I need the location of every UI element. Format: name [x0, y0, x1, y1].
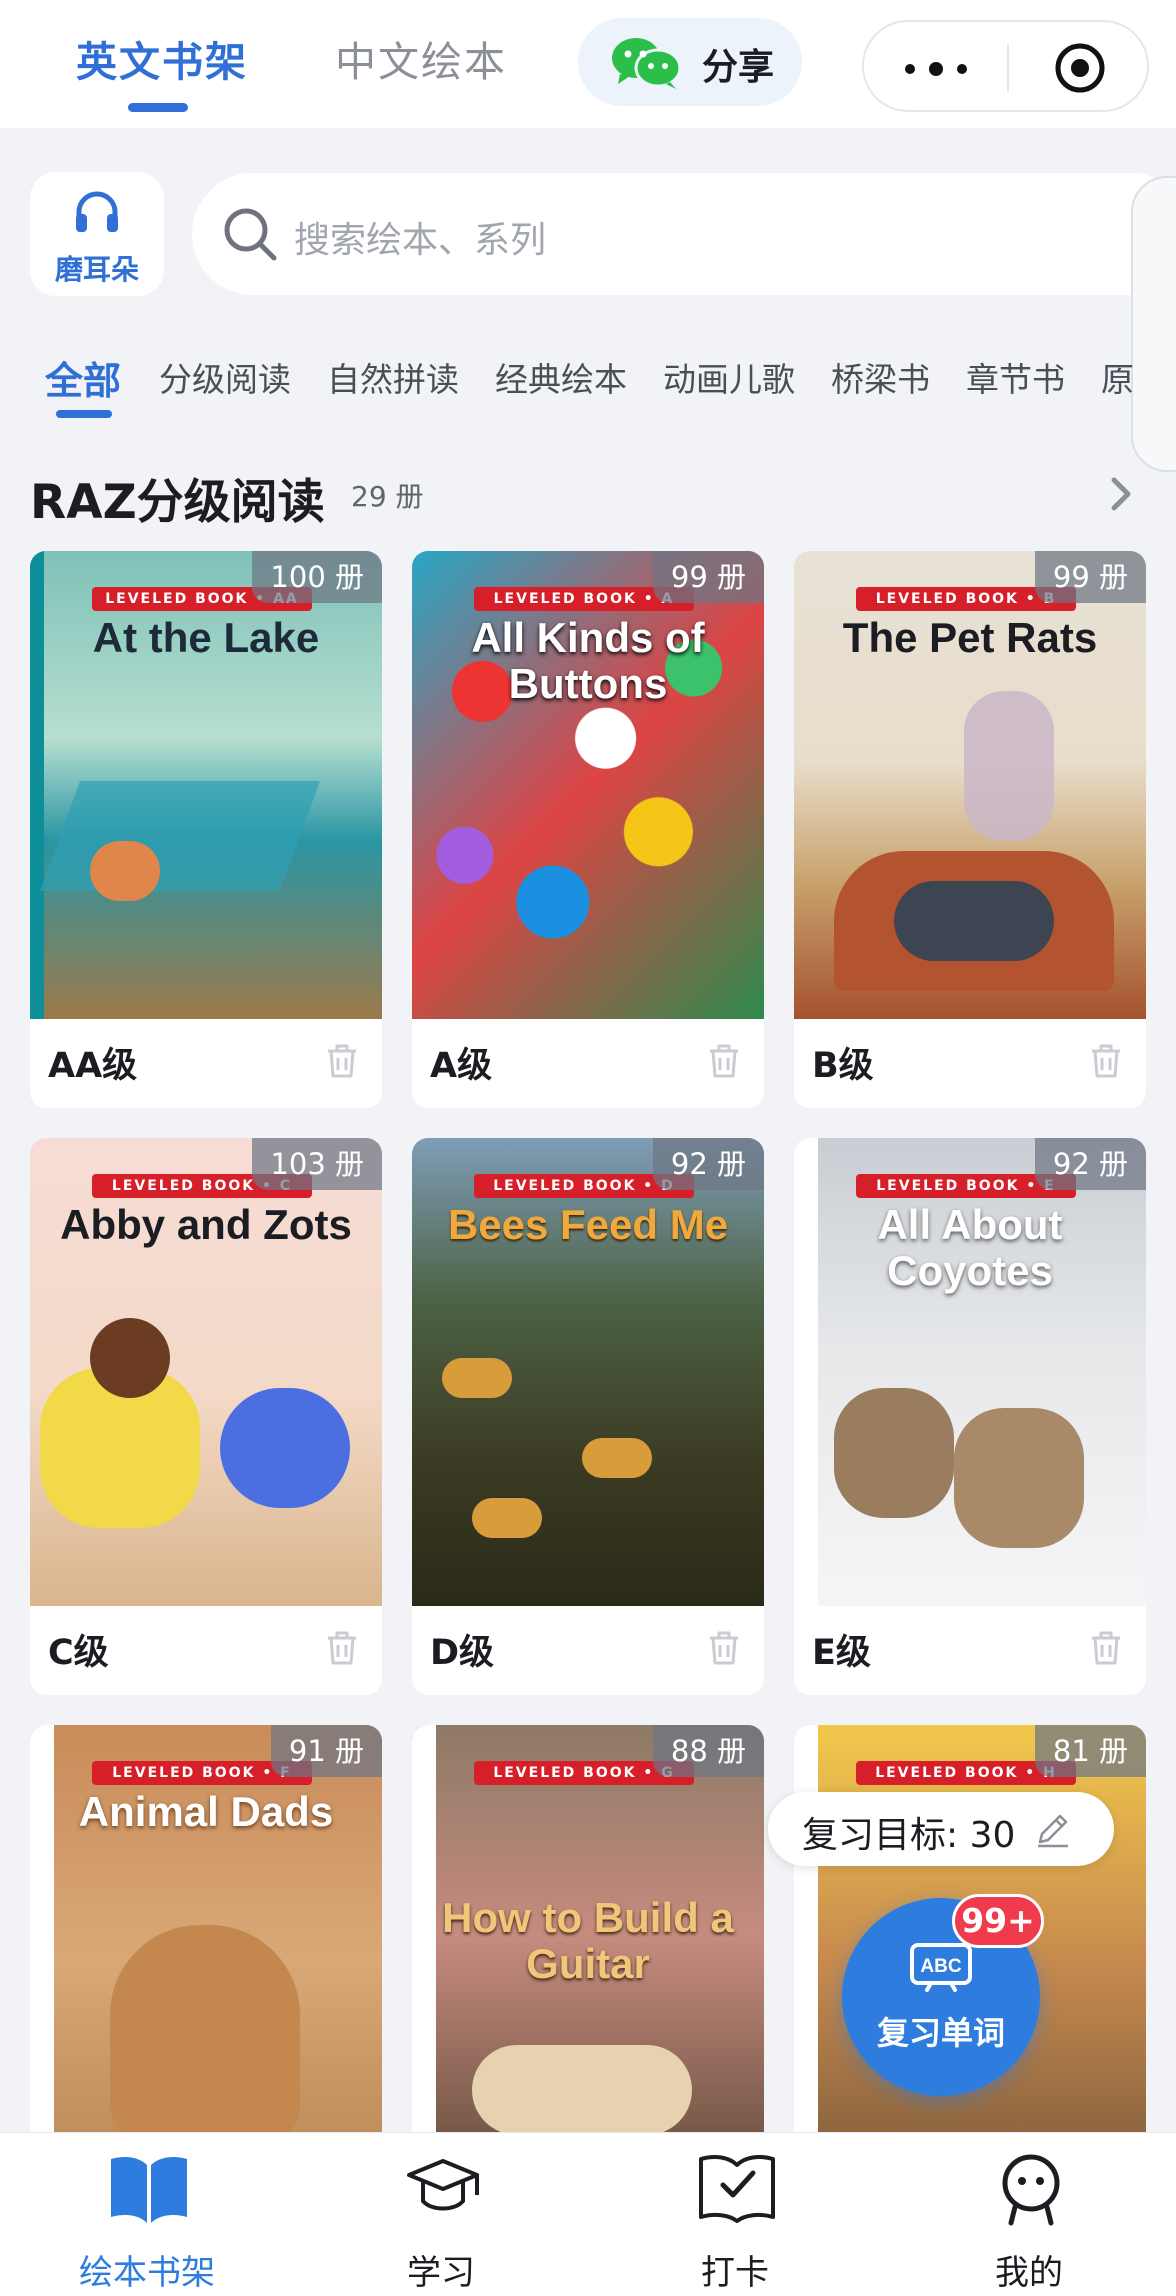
trash-icon[interactable] [322, 1628, 362, 1668]
book-card-b[interactable]: LEVELED BOOK • B The Pet Rats 99 册 B级 [794, 551, 1146, 1108]
nav-bookshelf-label: 绘本书架 [79, 2253, 215, 2293]
close-target-icon[interactable] [1054, 42, 1106, 94]
ear-training-button[interactable]: 磨耳朵 [30, 172, 164, 296]
nav-checkin-label: 打卡 [701, 2253, 769, 2293]
nav-bookshelf[interactable]: 绘本书架 [0, 2133, 294, 2296]
book-count-badge: 103 册 [252, 1138, 382, 1190]
section-count: 29 册 [351, 480, 424, 513]
cover-title: All Kinds of Buttons [471, 614, 705, 707]
book-cover: LEVELED BOOK • E All About Coyotes [794, 1138, 1146, 1606]
share-button[interactable]: 分享 [578, 18, 802, 106]
checkin-book-icon [699, 2155, 775, 2223]
nav-checkin[interactable]: 打卡 [588, 2133, 882, 2296]
graduation-cap-icon [407, 2159, 479, 2211]
book-cover: LEVELED BOOK • F Animal Dads [30, 1725, 382, 2193]
mini-program-capsule [862, 20, 1149, 112]
book-count-badge: 100 册 [252, 551, 382, 603]
review-goal-pill[interactable]: 复习目标: 30 [768, 1792, 1114, 1866]
open-book-icon [111, 2157, 187, 2223]
nav-learn-label: 学习 [407, 2253, 475, 2293]
category-leveled-reading[interactable]: 分级阅读 [159, 353, 291, 401]
category-original[interactable]: 原 [1101, 353, 1134, 401]
book-level-label: A级 [430, 1046, 493, 1086]
trash-icon[interactable] [322, 1041, 362, 1081]
top-bar: 英文书架 中文绘本 分享 [0, 0, 1176, 128]
bottom-nav: 绘本书架 学习 打卡 我的 [0, 2132, 1176, 2296]
category-indicator [56, 410, 112, 418]
cover-title: The Pet Rats [842, 614, 1098, 661]
nav-me-label: 我的 [995, 2253, 1063, 2293]
book-count-badge: 81 册 [1034, 1725, 1146, 1777]
ear-training-label: 磨耳朵 [54, 253, 139, 286]
section-title: RAZ分级阅读 [30, 475, 325, 530]
tab-english-shelf[interactable]: 英文书架 [76, 28, 248, 88]
search-input[interactable]: 搜索绘本、系列 [192, 173, 1176, 295]
share-label: 分享 [702, 47, 775, 88]
book-cover: LEVELED BOOK • A All Kinds of Buttons [412, 551, 764, 1019]
book-level-label: D级 [430, 1633, 495, 1673]
cover-title: How to Build a Guitar [442, 1894, 734, 1987]
book-cover: LEVELED BOOK • G How to Build a Guitar [412, 1725, 764, 2193]
nav-me[interactable]: 我的 [882, 2133, 1176, 2296]
book-card-c[interactable]: LEVELED BOOK • C Abby and Zots 103 册 C级 [30, 1138, 382, 1695]
capsule-divider [1007, 44, 1009, 92]
abc-icon-text: ABC [920, 1956, 961, 1977]
book-cover: LEVELED BOOK • D Bees Feed Me [412, 1138, 764, 1606]
active-tab-indicator [128, 103, 188, 112]
trash-icon[interactable] [1086, 1628, 1126, 1668]
tab-chinese-books[interactable]: 中文绘本 [335, 28, 507, 88]
cover-title: All About Coyotes [877, 1201, 1063, 1294]
book-level-label: B级 [812, 1046, 874, 1086]
review-count-badge: 99+ [952, 1894, 1044, 1948]
review-words-label: 复习单词 [876, 2014, 1005, 2052]
review-goal-text: 复习目标: 30 [802, 1815, 1016, 1856]
wechat-icon [612, 38, 682, 89]
chevron-right-icon[interactable] [1108, 474, 1134, 514]
book-card-a[interactable]: LEVELED BOOK • A All Kinds of Buttons 99… [412, 551, 764, 1108]
search-icon [224, 208, 277, 261]
category-animated-songs[interactable]: 动画儿歌 [663, 353, 795, 401]
book-cover: LEVELED BOOK • C Abby and Zots [30, 1138, 382, 1606]
trash-icon[interactable] [1086, 1041, 1126, 1081]
book-count-badge: 99 册 [1034, 551, 1146, 603]
trash-icon[interactable] [704, 1041, 744, 1081]
book-cover: LEVELED BOOK • AA At the Lake [30, 551, 382, 1019]
cover-title: Bees Feed Me [447, 1201, 729, 1248]
search-placeholder: 搜索绘本、系列 [294, 220, 547, 261]
book-count-badge: 92 册 [1034, 1138, 1146, 1190]
cover-title: Abby and Zots [60, 1201, 352, 1248]
book-card-d[interactable]: LEVELED BOOK • D Bees Feed Me 92 册 D级 [412, 1138, 764, 1695]
headphones-icon [76, 191, 118, 232]
category-chapter-books[interactable]: 章节书 [966, 353, 1065, 401]
side-drawer-handle[interactable] [1131, 176, 1176, 472]
cover-title: Animal Dads [78, 1788, 334, 1835]
cover-title: At the Lake [92, 614, 320, 661]
trash-icon[interactable] [704, 1628, 744, 1668]
book-cover: LEVELED BOOK • B The Pet Rats [794, 551, 1146, 1019]
book-card-e[interactable]: LEVELED BOOK • E All About Coyotes 92 册 … [794, 1138, 1146, 1695]
category-classic-books[interactable]: 经典绘本 [495, 353, 627, 401]
profile-face-icon [1002, 2154, 1060, 2226]
abc-card-icon: ABC [910, 1943, 972, 1992]
book-count-badge: 91 册 [270, 1725, 382, 1777]
category-phonics[interactable]: 自然拼读 [327, 353, 459, 401]
book-level-label: AA级 [48, 1046, 138, 1086]
book-count-badge: 92 册 [652, 1138, 764, 1190]
nav-learn[interactable]: 学习 [294, 2133, 588, 2296]
pencil-icon[interactable] [1034, 1810, 1072, 1848]
book-count-badge: 99 册 [652, 551, 764, 603]
more-icon[interactable] [904, 62, 968, 76]
category-bridge-books[interactable]: 桥梁书 [831, 353, 930, 401]
book-count-badge: 88 册 [652, 1725, 764, 1777]
book-level-label: C级 [48, 1633, 109, 1673]
category-all[interactable]: 全部 [45, 350, 121, 405]
book-level-label: E级 [812, 1633, 871, 1673]
book-card-aa[interactable]: LEVELED BOOK • AA At the Lake 100 册 AA级 [30, 551, 382, 1108]
